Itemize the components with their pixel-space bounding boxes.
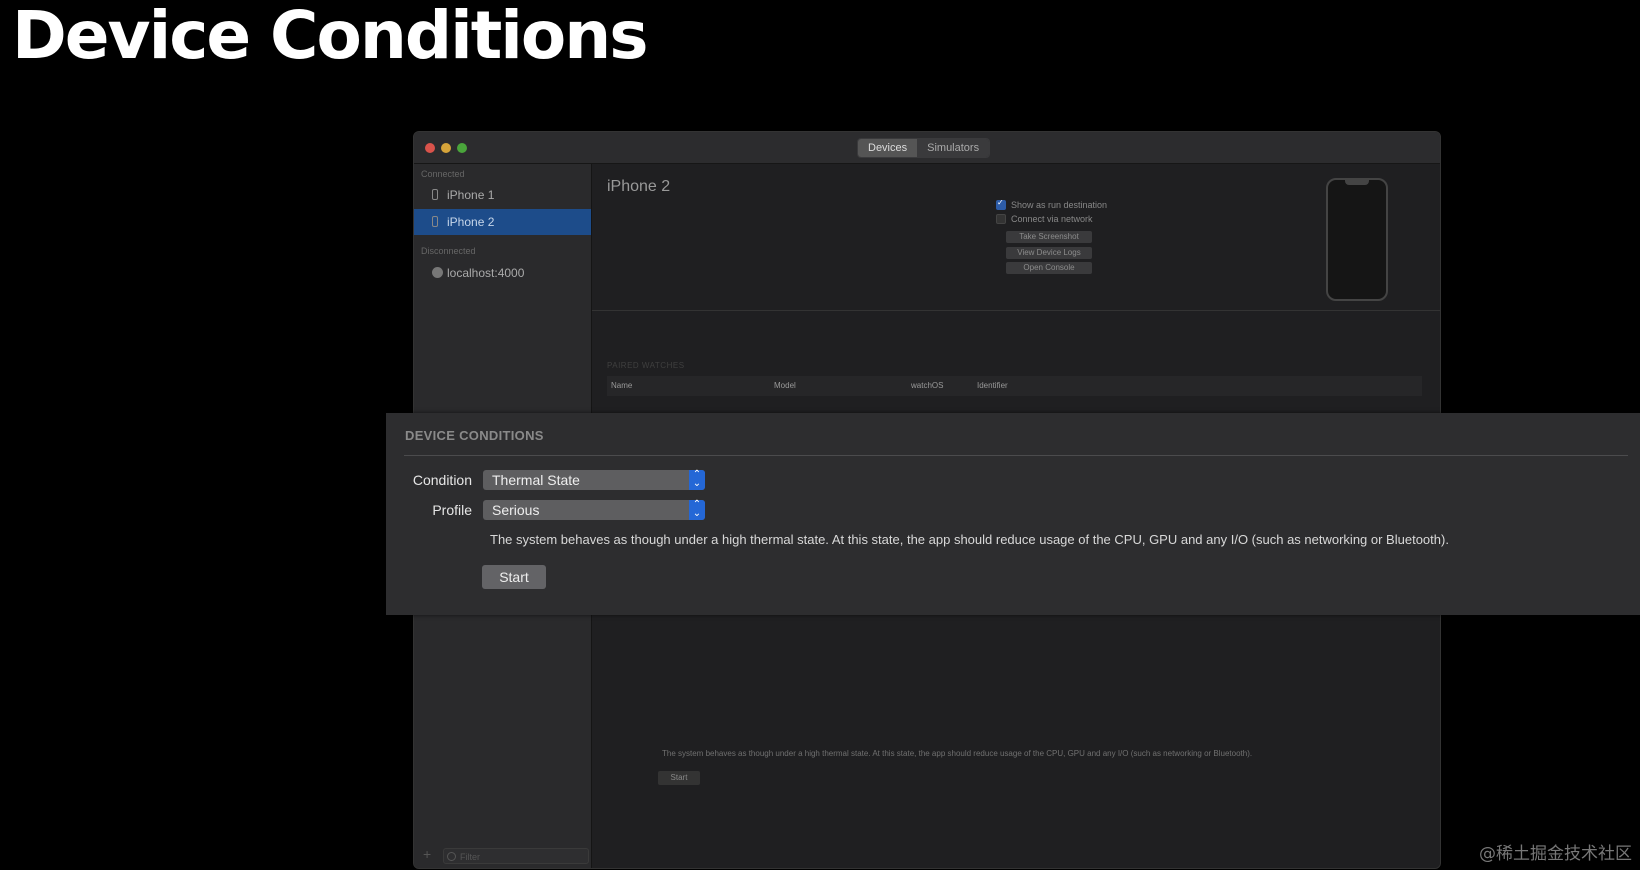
slide-title: Device Conditions bbox=[12, 0, 648, 74]
open-console-button[interactable]: Open Console bbox=[1006, 262, 1092, 274]
paired-watches-table-header: Name Model watchOS Identifier bbox=[607, 376, 1422, 396]
filter-input[interactable]: Filter bbox=[443, 848, 589, 864]
sidebar-item-label: iPhone 2 bbox=[447, 215, 495, 229]
view-device-logs-button[interactable]: View Device Logs bbox=[1006, 247, 1092, 259]
divider bbox=[404, 455, 1628, 456]
window-titlebar: Devices Simulators bbox=[414, 132, 1440, 164]
profile-value: Serious bbox=[492, 502, 540, 518]
take-screenshot-button[interactable]: Take Screenshot bbox=[1006, 231, 1092, 243]
device-name: iPhone 2 bbox=[607, 178, 671, 195]
device-conditions-panel: DEVICE CONDITIONS Condition Thermal Stat… bbox=[386, 413, 1640, 615]
zoom-window-button[interactable] bbox=[457, 143, 467, 153]
column-header-watchos[interactable]: watchOS bbox=[911, 381, 943, 390]
chevron-up-down-icon: ⌃ ⌄ bbox=[689, 500, 705, 520]
column-header-model[interactable]: Model bbox=[774, 381, 796, 390]
section-connected: Connected bbox=[421, 169, 465, 179]
connect-via-network-checkbox[interactable]: Connect via network bbox=[996, 214, 1093, 224]
search-icon bbox=[447, 852, 456, 861]
profile-popup[interactable]: Serious ⌃ ⌄ bbox=[483, 500, 705, 520]
condition-description: The system behaves as though under a hig… bbox=[490, 532, 1449, 547]
condition-popup[interactable]: Thermal State ⌃ ⌄ bbox=[483, 470, 705, 490]
devices-simulators-segmented-control: Devices Simulators bbox=[857, 138, 991, 158]
watermark: @稀土掘金技术社区 bbox=[1479, 844, 1632, 864]
paired-watches-title: PAIRED WATCHES bbox=[607, 361, 685, 370]
profile-label: Profile bbox=[432, 502, 472, 518]
device-conditions-title: DEVICE CONDITIONS bbox=[405, 428, 544, 443]
divider bbox=[592, 310, 1440, 311]
add-device-button[interactable]: + bbox=[423, 846, 431, 862]
section-disconnected: Disconnected bbox=[421, 246, 476, 256]
checkbox-unchecked-icon bbox=[996, 214, 1006, 224]
sidebar-item-iphone-2[interactable]: iPhone 2 bbox=[414, 209, 591, 235]
minimize-window-button[interactable] bbox=[441, 143, 451, 153]
column-header-identifier[interactable]: Identifier bbox=[977, 381, 1008, 390]
close-window-button[interactable] bbox=[425, 143, 435, 153]
start-button[interactable]: Start bbox=[482, 565, 546, 589]
iphone-icon bbox=[432, 189, 438, 200]
tab-simulators[interactable]: Simulators bbox=[917, 139, 990, 157]
condition-label: Condition bbox=[412, 472, 472, 488]
column-header-name[interactable]: Name bbox=[611, 381, 632, 390]
sidebar-item-localhost[interactable]: localhost:4000 bbox=[414, 260, 591, 286]
filter-placeholder: Filter bbox=[460, 852, 480, 862]
sidebar-footer: + Filter bbox=[414, 844, 591, 868]
checkbox-checked-icon bbox=[996, 198, 1006, 210]
tab-devices[interactable]: Devices bbox=[858, 139, 918, 157]
condition-description: The system behaves as though under a hig… bbox=[662, 749, 1253, 758]
globe-icon bbox=[432, 267, 443, 278]
condition-value: Thermal State bbox=[492, 472, 580, 488]
iphone-icon bbox=[432, 216, 438, 227]
sidebar-item-label: localhost:4000 bbox=[447, 266, 525, 280]
sidebar-item-label: iPhone 1 bbox=[447, 188, 495, 202]
iphone-image bbox=[1326, 178, 1388, 301]
sidebar-item-iphone-1[interactable]: iPhone 1 bbox=[414, 182, 591, 208]
start-button[interactable]: Start bbox=[658, 771, 700, 785]
show-as-run-destination-checkbox[interactable]: Show as run destination bbox=[996, 198, 1108, 210]
checkbox-label: Show as run destination bbox=[1011, 200, 1108, 210]
chevron-up-down-icon: ⌃ ⌄ bbox=[689, 470, 705, 490]
checkbox-label: Connect via network bbox=[1011, 214, 1093, 224]
